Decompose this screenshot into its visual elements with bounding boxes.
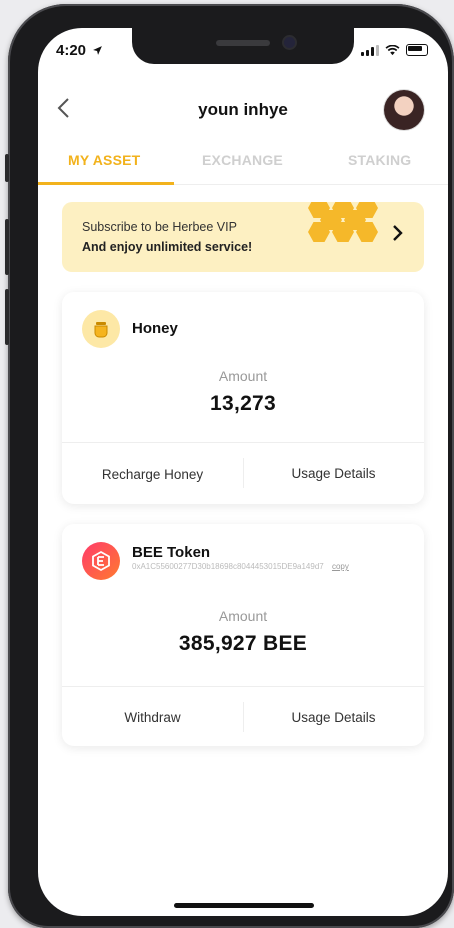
chevron-right-icon[interactable] — [392, 222, 404, 248]
notch — [132, 28, 354, 64]
battery-icon — [406, 44, 428, 56]
status-time: 4:20 — [56, 42, 103, 59]
bee-token-name: BEE Token — [132, 544, 211, 561]
signal-icon — [361, 44, 379, 56]
copy-address-link[interactable]: copy — [332, 562, 349, 571]
tab-bar: MY ASSET EXCHANGE STAKING — [38, 144, 448, 185]
tab-exchange[interactable]: EXCHANGE — [202, 152, 283, 168]
active-tab-underline — [38, 182, 174, 185]
wifi-icon — [385, 44, 400, 55]
mute-switch — [5, 154, 9, 182]
camera — [284, 37, 295, 48]
withdraw-button[interactable]: Withdraw — [62, 710, 243, 725]
honey-divider — [62, 442, 424, 443]
recharge-honey-button[interactable]: Recharge Honey — [62, 467, 243, 482]
wallet-address: 0xA1C55600277D30b18698c8044453015DE9a149… — [132, 562, 349, 571]
bee-amount-value: 385,927 BEE — [178, 632, 308, 655]
bee-token-icon — [82, 542, 120, 580]
bee-usage-details-button[interactable]: Usage Details — [243, 710, 424, 725]
wallet-address-text: 0xA1C55600277D30b18698c8044453015DE9a149… — [132, 562, 324, 571]
bee-token-card: BEE Token 0xA1C55600277D30b18698c8044453… — [62, 524, 424, 746]
header: youn inhye — [38, 90, 448, 140]
honey-usage-details-button[interactable]: Usage Details — [243, 466, 424, 481]
status-icons — [361, 44, 428, 56]
tab-staking[interactable]: STAKING — [348, 152, 411, 168]
honey-card: Honey Amount 13,273 Recharge Honey Usage… — [62, 292, 424, 504]
vip-banner[interactable]: Subscribe to be Herbee VIP And enjoy unl… — [62, 202, 424, 272]
speaker — [216, 40, 270, 46]
banner-line-1: Subscribe to be Herbee VIP — [82, 220, 237, 234]
location-arrow-icon — [93, 46, 103, 55]
avatar[interactable] — [384, 90, 424, 130]
volume-up-button — [5, 219, 9, 275]
phone-frame: 4:20 youn inhye MY ASSET EXCHANGE STAKIN… — [5, 4, 454, 928]
tab-my-asset[interactable]: MY ASSET — [68, 152, 140, 168]
banner-line-2: And enjoy unlimited service! — [82, 240, 253, 254]
honey-amount-label: Amount — [218, 368, 268, 384]
honey-amount-value: 13,273 — [209, 392, 277, 415]
volume-down-button — [5, 289, 9, 345]
honey-pot-icon — [82, 310, 120, 348]
bee-amount-label: Amount — [218, 608, 268, 624]
screen: 4:20 youn inhye MY ASSET EXCHANGE STAKIN… — [38, 28, 448, 916]
honey-name: Honey — [132, 320, 178, 337]
home-indicator[interactable] — [174, 903, 314, 908]
bee-divider — [62, 686, 424, 687]
